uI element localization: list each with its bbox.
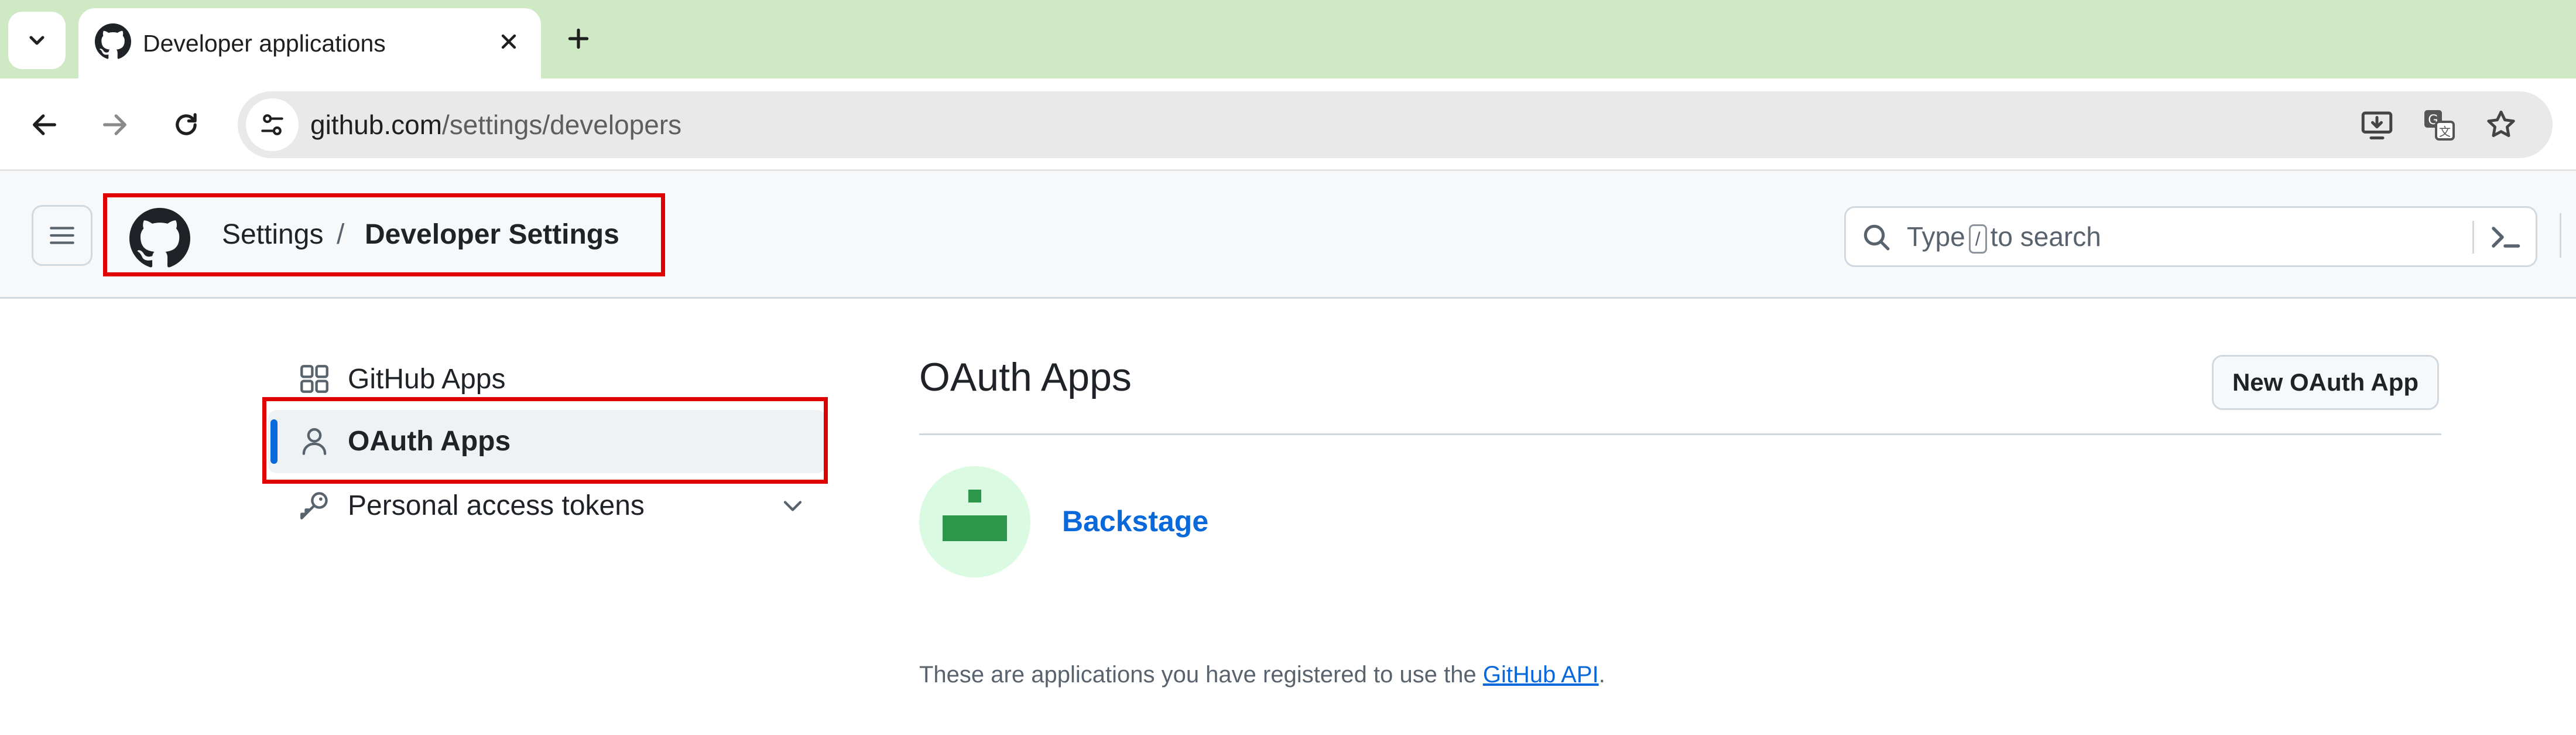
open-navigation-button[interactable] <box>32 205 93 266</box>
browser-tab[interactable]: Developer applications <box>78 8 541 78</box>
page-title: OAuth Apps <box>919 355 1132 399</box>
robot-identicon-icon <box>943 490 1007 541</box>
command-palette-icon[interactable] <box>2486 220 2524 255</box>
url-path: /settings/developers <box>442 110 682 140</box>
app-link-backstage[interactable]: Backstage <box>1062 492 1208 551</box>
key-icon <box>300 492 328 519</box>
close-icon <box>501 34 516 49</box>
sidebar-item-personal-access-tokens[interactable]: Personal access tokens <box>268 474 825 538</box>
arrow-left-icon <box>33 114 56 135</box>
sidebar-item-label: OAuth Apps <box>348 426 511 457</box>
tab-title: Developer applications <box>143 30 386 57</box>
plus-icon <box>568 28 589 49</box>
search-icon <box>1864 224 1890 251</box>
browser-tabstrip: Developer applications <box>0 0 2576 78</box>
tab-search-button[interactable] <box>8 12 66 69</box>
install-app-icon <box>2361 111 2393 139</box>
tab-close-button[interactable] <box>488 21 529 62</box>
svg-text:文: 文 <box>2439 125 2451 139</box>
site-info-button[interactable] <box>246 98 299 151</box>
url-text: github.com/settings/developers <box>310 91 681 158</box>
forward-button[interactable] <box>88 98 142 152</box>
tune-icon <box>261 114 283 135</box>
search-placeholder-prefix: Type <box>1907 221 1965 252</box>
translate-button[interactable]: G文 <box>2416 101 2462 148</box>
arrow-right-icon <box>103 114 126 135</box>
search-placeholder: Type / to search <box>1907 208 2101 265</box>
header-divider <box>2560 213 2561 258</box>
install-app-button[interactable] <box>2354 101 2400 148</box>
translate-icon: G文 <box>2424 110 2455 141</box>
footnote-period: . <box>1598 662 1605 688</box>
bookmark-button[interactable] <box>2478 101 2524 148</box>
search-placeholder-suffix: to search <box>1990 221 2101 252</box>
github-header: Settings / Developer Settings Type / to se… <box>0 171 2576 299</box>
slash-key-hint: / <box>1968 224 1987 254</box>
footnote-body: These are applications you have register… <box>919 662 1477 688</box>
star-icon <box>2487 110 2515 138</box>
url-host: github.com <box>310 110 443 140</box>
chevron-down-icon[interactable] <box>777 491 808 521</box>
app-avatar[interactable] <box>919 466 1030 577</box>
address-bar[interactable]: github.com/settings/developers G文 <box>238 91 2553 158</box>
active-indicator <box>270 419 278 464</box>
sidebar-item-github-apps[interactable]: GitHub Apps <box>268 348 825 411</box>
apps-grid-icon <box>300 365 328 393</box>
new-tab-button[interactable] <box>553 13 604 64</box>
person-icon <box>302 428 327 455</box>
github-logo-icon[interactable] <box>129 208 190 269</box>
sidebar-item-label: GitHub Apps <box>348 364 506 395</box>
github-favicon-icon <box>95 23 131 59</box>
github-api-link[interactable]: GitHub API <box>1483 662 1599 688</box>
chevron-down-icon <box>29 36 44 45</box>
reload-button[interactable] <box>159 98 213 152</box>
search-input[interactable]: Type / to search <box>1844 206 2537 267</box>
breadcrumb-settings-link[interactable]: Settings <box>222 197 323 272</box>
sidebar-item-oauth-apps[interactable]: OAuth Apps <box>268 410 825 473</box>
footnote-text: These are applications you have register… <box>919 656 1605 693</box>
reload-icon <box>176 113 197 135</box>
breadcrumb-separator: / <box>337 219 345 250</box>
back-button[interactable] <box>18 98 71 152</box>
search-divider <box>2472 221 2474 254</box>
hamburger-menu-icon <box>50 227 74 244</box>
new-oauth-app-button[interactable]: New OAuth App <box>2212 355 2439 410</box>
sidebar-item-label: Personal access tokens <box>348 490 645 521</box>
title-divider <box>919 433 2441 435</box>
browser-toolbar: github.com/settings/developers G文 <box>0 78 2576 171</box>
breadcrumb: Settings / Developer Settings <box>103 193 665 276</box>
breadcrumb-current[interactable]: Developer Settings <box>365 197 619 272</box>
